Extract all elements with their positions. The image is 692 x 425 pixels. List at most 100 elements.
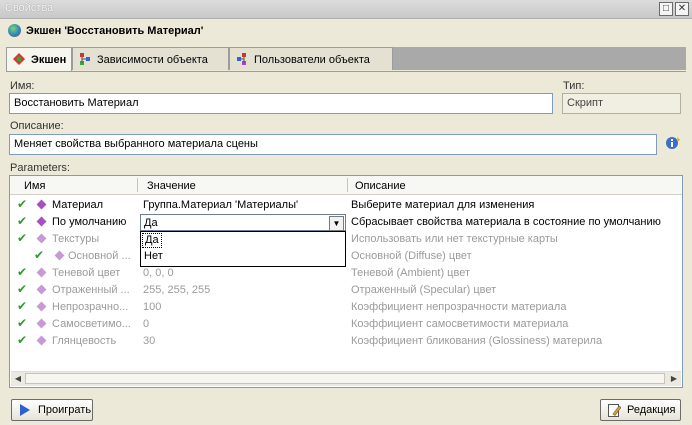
object-title: Экшен 'Восстановить Материал' xyxy=(26,25,204,37)
param-gem-icon xyxy=(36,267,47,278)
param-name: Текстуры xyxy=(52,233,100,245)
horizontal-scrollbar[interactable]: ◀ ▶ xyxy=(11,371,681,386)
param-description: Использовать или нет текстурные карты xyxy=(351,233,558,245)
param-name: Материал xyxy=(52,199,103,211)
param-row-material[interactable]: ✔ Материал Группа.Материал 'Материалы' В… xyxy=(10,196,682,213)
param-description: Коэффициент бликования (Glossiness) мате… xyxy=(351,335,603,347)
parameters-label: Parameters: xyxy=(10,162,70,174)
parameters-grid: Имя Значение Описание ✔ Материал Группа.… xyxy=(9,175,683,388)
param-row-ambient[interactable]: ✔ Теневой цвет 0, 0, 0 Теневой (Ambient)… xyxy=(10,264,682,281)
param-description: Выберите материал для изменения xyxy=(351,199,535,211)
check-icon: ✔ xyxy=(17,316,28,330)
tab-users-label: Пользователи объекта xyxy=(254,54,370,66)
grid-header: Имя Значение Описание xyxy=(10,176,682,195)
param-row-emissive[interactable]: ✔ Самосветимо... 0 Коэффициент самосвети… xyxy=(10,315,682,332)
param-name: Теневой цвет xyxy=(52,267,121,279)
tab-users[interactable]: Пользователи объекта xyxy=(229,47,393,70)
param-description: Сбрасывает свойства материала в состояни… xyxy=(351,216,661,228)
param-value[interactable]: 100 xyxy=(143,301,161,313)
edit-button-label: Редакция xyxy=(627,404,676,416)
param-name: Основной ... xyxy=(68,250,131,262)
chevron-down-icon[interactable]: ▼ xyxy=(329,216,344,231)
window-title: Свойства xyxy=(5,2,54,14)
type-label: Тип: xyxy=(563,80,585,92)
param-gem-icon xyxy=(36,216,47,227)
dropdown-option-yes[interactable]: Да xyxy=(142,233,162,248)
scrollbar-thumb[interactable] xyxy=(25,373,665,384)
name-field[interactable]: Восстановить Материал xyxy=(9,93,553,114)
param-name: Самосветимо... xyxy=(52,318,131,330)
dropdown-option-no[interactable]: Нет xyxy=(142,250,163,265)
column-value[interactable]: Значение xyxy=(147,180,196,192)
param-row-opacity[interactable]: ✔ Непрозрачно... 100 Коэффициент непрозр… xyxy=(10,298,682,315)
default-value-select[interactable]: Да ▼ xyxy=(140,214,346,231)
check-icon: ✔ xyxy=(17,214,28,228)
param-description: Основной (Diffuse) цвет xyxy=(351,250,472,262)
param-description: Коэффициент самосветимости материала xyxy=(351,318,569,330)
tab-action-label: Экшен xyxy=(31,54,67,66)
param-gem-icon xyxy=(36,233,47,244)
check-icon: ✔ xyxy=(17,265,28,279)
param-value[interactable]: 0, 0, 0 xyxy=(143,267,174,279)
param-value[interactable]: 30 xyxy=(143,335,155,347)
close-button[interactable]: ✕ xyxy=(675,2,689,16)
type-field: Скрипт xyxy=(562,93,681,114)
tab-bar: Экшен Зависимости объекта Пользователи о… xyxy=(6,47,686,72)
check-icon: ✔ xyxy=(17,282,28,296)
column-description[interactable]: Описание xyxy=(355,180,406,192)
dependencies-tree-icon xyxy=(80,53,90,65)
window-title-bar: Свойства □ ✕ xyxy=(0,0,692,19)
check-icon: ✔ xyxy=(34,248,45,262)
column-name[interactable]: Имя xyxy=(24,180,45,192)
check-icon: ✔ xyxy=(17,299,28,313)
param-gem-icon xyxy=(36,199,47,210)
param-description: Теневой (Ambient) цвет xyxy=(351,267,470,279)
object-header: Экшен 'Восстановить Материал' xyxy=(0,19,692,43)
name-label: Имя: xyxy=(10,80,35,92)
select-value: Да xyxy=(144,217,158,229)
play-button[interactable]: Проиграть xyxy=(11,399,93,421)
edit-pencil-icon xyxy=(608,404,621,417)
check-icon: ✔ xyxy=(17,333,28,347)
param-value[interactable]: 0 xyxy=(143,318,149,330)
param-name: По умолчанию xyxy=(52,216,127,228)
scroll-right-icon[interactable]: ▶ xyxy=(669,374,679,384)
tab-strip-filler xyxy=(393,47,686,70)
column-separator[interactable] xyxy=(347,178,348,192)
tab-dependencies-label: Зависимости объекта xyxy=(97,54,208,66)
param-value[interactable]: Группа.Материал 'Материалы' xyxy=(143,199,298,211)
description-info-icon[interactable] xyxy=(665,135,681,151)
action-diamond-icon xyxy=(13,53,25,65)
scroll-left-icon[interactable]: ◀ xyxy=(13,374,23,384)
check-icon: ✔ xyxy=(17,197,28,211)
param-gem-icon xyxy=(54,250,65,261)
param-description: Отраженный (Specular) цвет xyxy=(351,284,497,296)
description-label: Описание: xyxy=(10,120,64,132)
param-value[interactable]: 255, 255, 255 xyxy=(143,284,210,296)
param-gem-icon xyxy=(36,335,47,346)
play-icon xyxy=(20,404,30,416)
param-gem-icon xyxy=(36,318,47,329)
tab-action[interactable]: Экшен xyxy=(6,47,72,72)
param-row-diffuse[interactable]: ✔ Основной ... Основной (Diffuse) цвет xyxy=(10,247,682,264)
users-tree-icon xyxy=(237,53,246,65)
param-row-specular[interactable]: ✔ Отраженный ... 255, 255, 255 Отраженны… xyxy=(10,281,682,298)
param-gem-icon xyxy=(36,301,47,312)
param-row-glossiness[interactable]: ✔ Глянцевость 30 Коэффициент бликования … xyxy=(10,332,682,349)
check-icon: ✔ xyxy=(17,231,28,245)
param-gem-icon xyxy=(36,284,47,295)
play-button-label: Проиграть xyxy=(38,404,92,416)
column-separator[interactable] xyxy=(137,178,138,192)
edit-button[interactable]: Редакция xyxy=(600,399,681,421)
tab-dependencies[interactable]: Зависимости объекта xyxy=(72,47,229,70)
minimize-button[interactable]: □ xyxy=(659,2,673,16)
action-globe-icon xyxy=(8,24,21,37)
param-name: Непрозрачно... xyxy=(52,301,129,313)
param-row-textures[interactable]: ✔ Текстуры Использовать или нет текстурн… xyxy=(10,230,682,247)
description-field[interactable]: Меняет свойства выбранного материала сце… xyxy=(9,134,657,155)
param-name: Глянцевость xyxy=(52,335,117,347)
dropdown-list: Да Нет xyxy=(140,231,346,267)
param-name: Отраженный ... xyxy=(52,284,130,296)
param-row-default[interactable]: ✔ По умолчанию Сбрасывает свойства матер… xyxy=(10,213,682,230)
param-description: Коэффициент непрозрачности материала xyxy=(351,301,567,313)
